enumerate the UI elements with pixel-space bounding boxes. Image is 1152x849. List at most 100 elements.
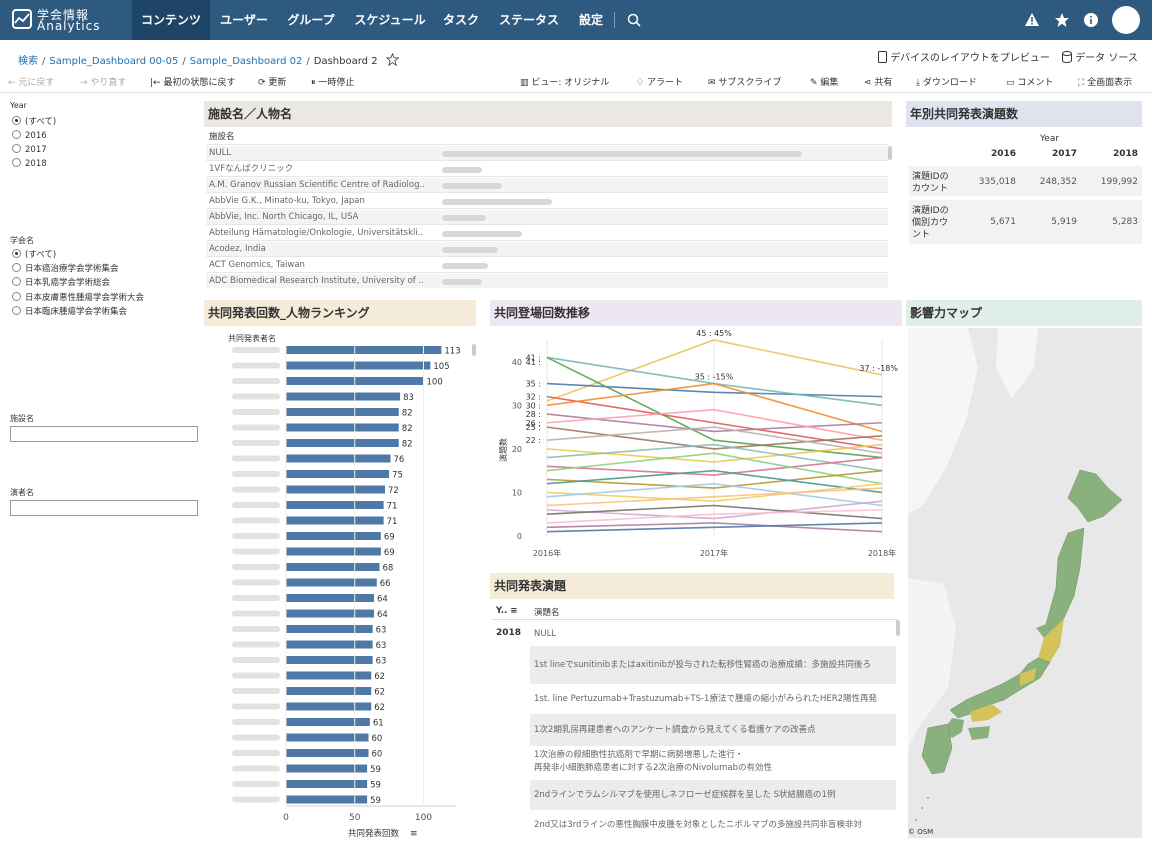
alert-icon[interactable] [1024, 12, 1040, 28]
ranking-bar [286, 702, 372, 711]
year-column-header[interactable]: Y.. ≡ [496, 606, 517, 616]
redacted-person-cell [442, 178, 882, 193]
refresh-button[interactable]: ⟳ 更新 [258, 75, 286, 88]
user-avatar[interactable] [1112, 6, 1140, 34]
undo-button[interactable]: ← 元に戻す [8, 75, 54, 88]
redacted-presenter-name [232, 533, 280, 539]
view-button[interactable]: ▥ ビュー: オリジナル [520, 75, 609, 88]
presentation-row[interactable]: NULL [530, 624, 896, 644]
redacted-presenter-name [232, 393, 280, 400]
bar-value-label: 82 [402, 440, 413, 450]
table-row[interactable]: ADC Biomedical Research Institute, Unive… [206, 274, 888, 288]
presentation-row[interactable]: 2nd又は3rdラインの悪性胸膜中皮腫を対象としたニボルマブの多施設共同非盲検非… [530, 812, 896, 838]
presentations-scrollbar[interactable] [896, 620, 900, 636]
info-icon[interactable] [1083, 12, 1099, 28]
table-row[interactable]: Acodez, India [206, 242, 888, 257]
society-option-4[interactable]: 日本臨床腫瘍学会学術集会 [12, 305, 127, 317]
society-option-3[interactable]: 日本皮膚悪性腫瘍学会学術大会 [12, 291, 144, 303]
ranking-bar [286, 733, 369, 742]
title-column-header[interactable]: 演題名 [534, 606, 560, 618]
radio-icon [12, 277, 21, 286]
bar-value-label: 83 [403, 393, 414, 403]
edit-label: 編集 [820, 78, 839, 88]
bar-value-label: 64 [377, 610, 388, 620]
nav-tasks[interactable]: タスク [438, 0, 484, 40]
alert-button[interactable]: ♢ アラート [636, 75, 683, 88]
redacted-presenter-name [232, 517, 280, 524]
table-row[interactable]: A.M. Granov Russian Scientific Centre of… [206, 178, 888, 193]
year-option-2017[interactable]: 2017 [12, 144, 47, 155]
app-logo[interactable]: 学会情報 Analytics [12, 6, 124, 34]
redacted-presenter-name [232, 486, 280, 493]
year-option-2018[interactable]: 2018 [12, 158, 47, 169]
redacted-presenter-name [232, 347, 280, 353]
year-option-label: 2018 [25, 159, 47, 169]
presentation-row[interactable]: 1st. line Pertuzumab+Trastuzumab+TS-1療法で… [530, 684, 896, 714]
redacted-person-cell [442, 162, 882, 177]
society-option-all[interactable]: (すべて) [12, 248, 56, 260]
table-row[interactable]: ACT Genomics, Taiwan [206, 258, 888, 273]
table-row[interactable]: NULL [206, 146, 888, 161]
redacted-presenter-name [232, 362, 280, 369]
society-option-label: 日本皮膚悪性腫瘍学会学術大会 [25, 293, 145, 303]
redacted-person-cell [442, 210, 882, 225]
presentation-row[interactable]: 1次2期乳房再建患者へのアンケート調査から見えてくる看護ケアの改善点 [530, 714, 896, 746]
share-button[interactable]: ⋖ 共有 [864, 75, 892, 88]
download-button[interactable]: ⤓ ダウンロード [916, 75, 977, 88]
table-row[interactable]: AbbVie, Inc. North Chicago, IL, USA [206, 210, 888, 225]
radio-icon [12, 306, 21, 315]
nav-content[interactable]: コンテンツ [132, 0, 210, 40]
presenter-filter-input[interactable] [10, 500, 198, 516]
bar-value-label: 64 [377, 595, 388, 605]
table-row[interactable]: Abteilung Hämatologie/Onkologie, Univers… [206, 226, 888, 241]
society-option-2[interactable]: 日本乳癌学会学術総会 [12, 276, 110, 288]
presentation-title: 1st lineでsunitinibまたはaxitinibが投与された転移性腎癌… [534, 660, 872, 670]
count-label-line: カウント [912, 184, 949, 194]
subscribe-button[interactable]: ✉ サブスクライブ [708, 75, 781, 88]
edit-button[interactable]: ✎ 編集 [810, 75, 838, 88]
presentation-row[interactable]: 1st lineでsunitinibまたはaxitinibが投与された転移性腎癌… [530, 646, 896, 684]
favorite-star-outline-icon[interactable] [385, 52, 400, 67]
redacted-presenter-name [232, 471, 280, 477]
nav-users[interactable]: ユーザー [214, 0, 274, 40]
revert-button[interactable]: |← 最初の状態に戻す [150, 75, 235, 88]
fullscreen-button[interactable]: ⛶ 全画面表示 [1078, 75, 1132, 88]
nav-schedules[interactable]: スケジュール [350, 0, 430, 40]
x-tick-label: 2018年 [868, 548, 896, 558]
table-row[interactable]: 1VFなんばクリニック [206, 162, 888, 177]
nav-settings[interactable]: 設定 [572, 0, 610, 40]
breadcrumb-workbook[interactable]: Sample_Dashboard 02 [190, 56, 303, 67]
trend-line-chart: 演題数010203040 41 :41 :35 :32 :30 :28 :26 :… [498, 330, 898, 558]
facility-filter-input[interactable] [10, 426, 198, 442]
search-icon[interactable] [626, 12, 642, 28]
bar-value-label: 62 [374, 688, 385, 698]
redacted-presenter-name [232, 626, 280, 632]
bar-value-label: 76 [394, 455, 405, 465]
nav-status[interactable]: ステータス [494, 0, 564, 40]
redacted-person-cell [442, 146, 882, 161]
data-source-link[interactable]: データ ソース [1062, 49, 1138, 64]
facility-cell: NULL [209, 148, 232, 158]
redo-button[interactable]: → やり直す [80, 75, 126, 88]
breadcrumb-project[interactable]: Sample_Dashboard 00-05 [49, 56, 178, 67]
breadcrumb-search[interactable]: 検索 [18, 56, 38, 67]
y-tick-label: 0 [517, 532, 522, 541]
influence-map[interactable] [908, 328, 1142, 838]
device-preview-link[interactable]: デバイスのレイアウトをプレビュー [878, 49, 1050, 64]
society-option-1[interactable]: 日本癌治療学会学術集会 [12, 262, 119, 274]
presentation-row[interactable]: 2ndラインでラムシルマブを使用しネフローゼ症候群を呈した S状結腸癌の1例 [530, 780, 896, 810]
subscribe-label: サブスクライブ [718, 78, 782, 88]
year-option-2016[interactable]: 2016 [12, 130, 47, 141]
facility-table-scrollbar[interactable] [888, 146, 892, 160]
pause-button[interactable]: ⏸ 一時停止 [311, 75, 354, 88]
presentation-row[interactable]: 1次治療の殺細胞性抗癌剤で早期に病勢増悪した進行・ 再発非小細胞肺癌患者に対する2… [530, 746, 896, 778]
nav-groups[interactable]: グループ [280, 0, 342, 40]
redacted-presenter-name [232, 610, 280, 617]
sort-icon: ≡ [510, 606, 518, 616]
comment-button[interactable]: ▭ コメント [1006, 75, 1053, 88]
presenter-filter-label: 演者名 [10, 488, 34, 497]
count-2018: 199,992 [1100, 177, 1138, 187]
favorites-star-icon[interactable] [1054, 12, 1070, 28]
year-option-all[interactable]: (すべて) [12, 115, 56, 127]
table-row[interactable]: AbbVie G.K., Minato-ku, Tokyo, Japan [206, 194, 888, 209]
